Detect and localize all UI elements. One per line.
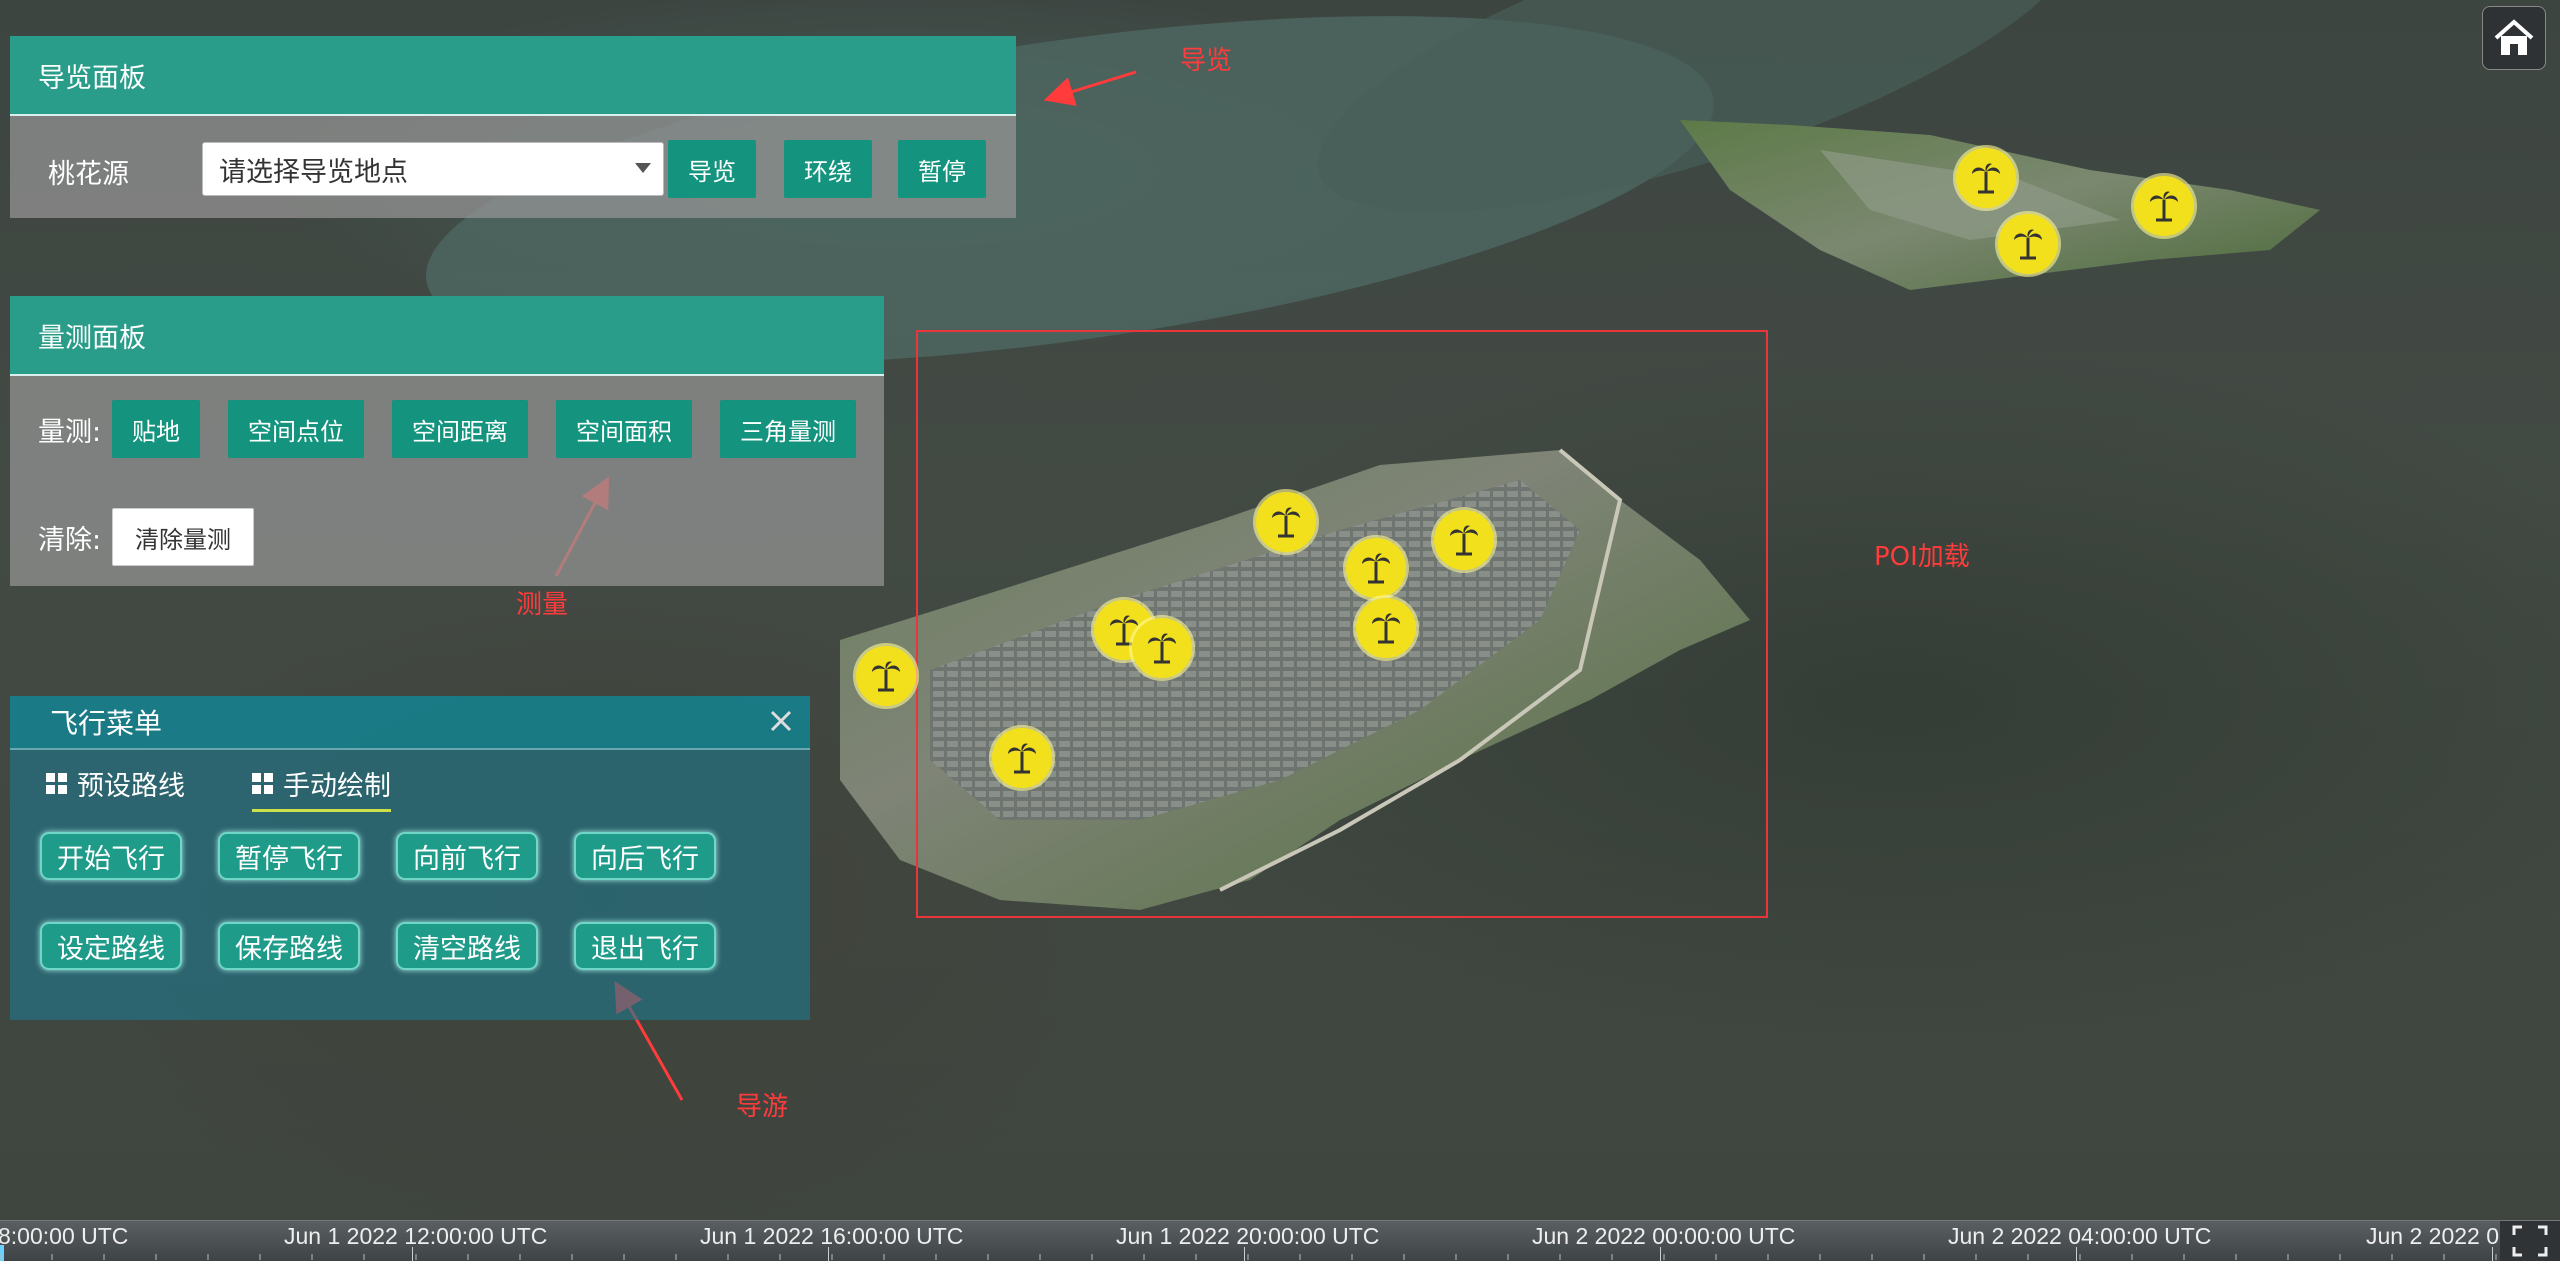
measure-panel: 量测面板 量测: 贴地 空间点位 空间距离 空间面积 三角量测 清除: 清除量测 bbox=[10, 296, 884, 586]
timeline-minor-ticks bbox=[0, 1254, 2497, 1260]
tab-preset-route[interactable]: 预设路线 bbox=[46, 764, 185, 803]
exit-flight-button[interactable]: 退出飞行 bbox=[574, 922, 716, 970]
set-route-button[interactable]: 设定路线 bbox=[40, 922, 182, 970]
chevron-down-icon bbox=[635, 163, 651, 173]
grid-icon bbox=[252, 773, 273, 794]
clear-label: 清除: bbox=[38, 525, 102, 556]
measure-label: 量测: bbox=[38, 417, 102, 448]
start-flight-button[interactable]: 开始飞行 bbox=[40, 832, 182, 880]
home-button[interactable] bbox=[2482, 6, 2546, 70]
tab-label: 预设路线 bbox=[77, 771, 185, 802]
timeline-label: 8:00:00 UTC bbox=[0, 1223, 129, 1249]
annotation-poi: POI加载 bbox=[1874, 542, 1970, 572]
flight-menu-title-text: 飞行菜单 bbox=[50, 707, 163, 740]
grid-icon bbox=[46, 773, 67, 794]
timeline-label: Jun 2 2022 00:00:00 UTC bbox=[1532, 1223, 1796, 1249]
clear-measure-button[interactable]: 清除量测 bbox=[112, 508, 254, 566]
timeline-label: Jun 2 2022 0 bbox=[2366, 1223, 2500, 1249]
tab-manual-draw[interactable]: 手动绘制 bbox=[252, 764, 391, 812]
timeline-label: Jun 2 2022 04:00:00 UTC bbox=[1948, 1223, 2212, 1249]
space-area-button[interactable]: 空间面积 bbox=[556, 400, 692, 458]
flight-menu: 飞行菜单 预设路线 手动绘制 开始飞行 暂停飞行 向前飞行 向后飞行 设定路线 … bbox=[10, 696, 810, 1020]
fullscreen-button[interactable] bbox=[2500, 1221, 2560, 1261]
measure-panel-title: 量测面板 bbox=[10, 296, 884, 376]
guide-button[interactable]: 导览 bbox=[668, 140, 756, 198]
save-route-button[interactable]: 保存路线 bbox=[218, 922, 360, 970]
space-point-button[interactable]: 空间点位 bbox=[228, 400, 364, 458]
pause-flight-button[interactable]: 暂停飞行 bbox=[218, 832, 360, 880]
timeline-label: Jun 1 2022 20:00:00 UTC bbox=[1116, 1223, 1380, 1249]
fullscreen-icon bbox=[2512, 1225, 2548, 1257]
clamp-ground-button[interactable]: 贴地 bbox=[112, 400, 200, 458]
tab-label: 手动绘制 bbox=[283, 771, 391, 802]
orbit-button[interactable]: 环绕 bbox=[784, 140, 872, 198]
annotation-tour: 导游 bbox=[736, 1092, 789, 1122]
guide-location-label: 桃花源 bbox=[48, 159, 129, 190]
timeline-label: Jun 1 2022 12:00:00 UTC bbox=[284, 1223, 548, 1249]
triangle-measure-button[interactable]: 三角量测 bbox=[720, 400, 856, 458]
select-placeholder: 请选择导览地点 bbox=[219, 156, 408, 188]
guide-panel-title: 导览面板 bbox=[10, 36, 1016, 116]
space-distance-button[interactable]: 空间距离 bbox=[392, 400, 528, 458]
annotation-measure: 测量 bbox=[516, 590, 569, 620]
pause-button[interactable]: 暂停 bbox=[898, 140, 986, 198]
clear-route-button[interactable]: 清空路线 bbox=[396, 922, 538, 970]
home-icon bbox=[2494, 19, 2534, 55]
forward-flight-button[interactable]: 向前飞行 bbox=[396, 832, 538, 880]
timeline-label: Jun 1 2022 16:00:00 UTC bbox=[700, 1223, 964, 1249]
guide-location-select[interactable]: 请选择导览地点 bbox=[202, 142, 664, 196]
flight-menu-title: 飞行菜单 bbox=[10, 696, 810, 750]
guide-panel: 导览面板 桃花源 请选择导览地点 导览 环绕 暂停 bbox=[10, 36, 1016, 218]
backward-flight-button[interactable]: 向后飞行 bbox=[574, 832, 716, 880]
annotation-guide: 导览 bbox=[1180, 46, 1233, 76]
close-icon[interactable] bbox=[766, 706, 796, 736]
